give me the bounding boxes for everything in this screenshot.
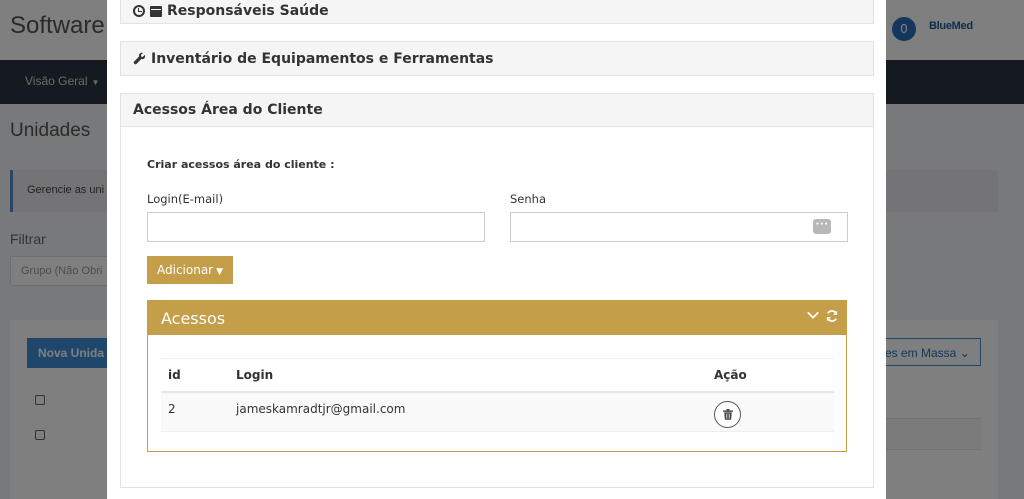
column-header-action: Ação [707,358,834,393]
accesses-header: Acessos [148,301,846,335]
clock-icon [133,5,145,17]
cell-login: jameskamradtjr@gmail.com [229,391,707,432]
caret-down-icon: ▼ [216,267,224,277]
panel-heading: Responsáveis Saúde [121,0,873,25]
column-header-login: Login [229,358,707,393]
archive-icon [150,5,162,17]
trash-icon [722,408,733,420]
panel-heading[interactable]: Acessos Área do Cliente [121,94,873,127]
accesses-panel: Acessos id Login Ação 2 jameskamradtjr@g… [147,300,847,452]
accesses-title: Acessos [161,309,226,328]
panel-health-responsibles[interactable]: Responsáveis Saúde [120,0,874,24]
chevron-down-icon[interactable] [806,308,820,322]
delete-access-button[interactable] [714,400,741,428]
panel-heading: Inventário de Equipamentos e Ferramentas [121,42,873,75]
unit-modal: Responsáveis Saúde Inventário de Equipam… [107,0,886,499]
login-email-input[interactable] [147,212,485,242]
login-label: Login(E-mail) [147,192,224,206]
cell-id: 2 [161,391,229,432]
panel-title: Responsáveis Saúde [167,3,329,19]
table-row: 2 jameskamradtjr@gmail.com [161,391,834,432]
accesses-table: id Login Ação 2 jameskamradtjr@gmail.com [161,358,834,432]
wrench-icon [133,52,146,65]
cell-action [707,391,834,432]
password-dots-icon[interactable]: ··· [813,219,831,234]
add-access-button[interactable]: Adicionar ▼ [147,256,233,284]
column-header-id: id [161,358,229,393]
create-access-title: Criar acessos área do cliente : [147,158,335,171]
password-label: Senha [510,192,546,206]
panel-title: Inventário de Equipamentos e Ferramentas [151,50,494,67]
panel-equipment-inventory[interactable]: Inventário de Equipamentos e Ferramentas [120,41,874,76]
panel-title: Acessos Área do Cliente [133,102,323,118]
refresh-icon[interactable] [825,309,839,323]
password-input[interactable] [510,212,848,242]
table-header-row: id Login Ação [161,358,834,393]
add-button-label: Adicionar [157,263,214,277]
